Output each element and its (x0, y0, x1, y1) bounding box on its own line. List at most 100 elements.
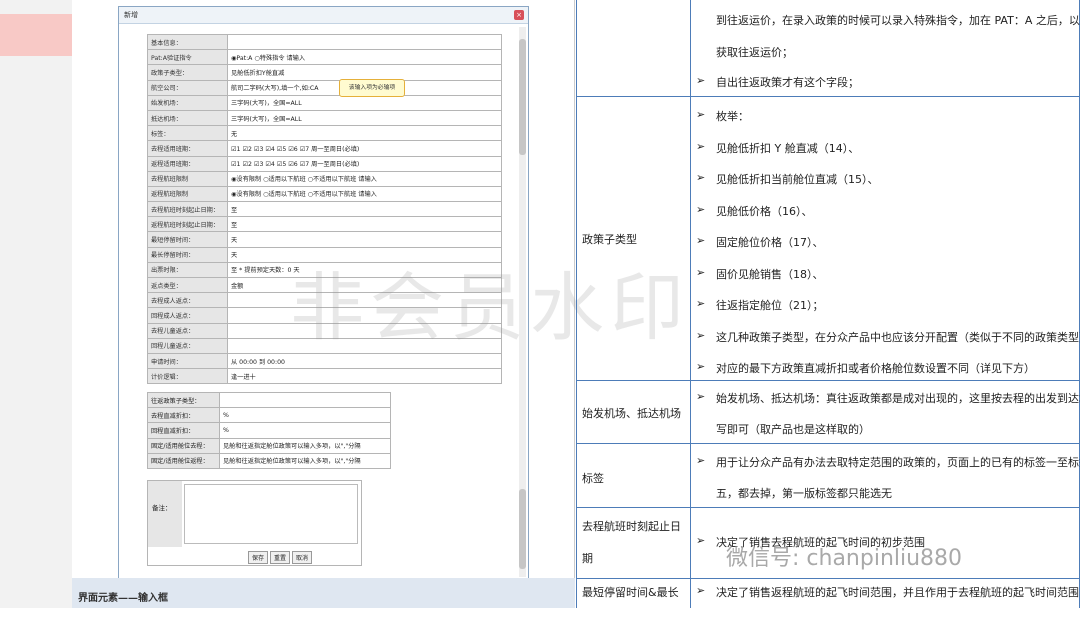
section-label-stay-time: 最短停留时间&最长 (582, 586, 679, 599)
form-row-label: 始发机场： (147, 94, 228, 111)
cancel-button[interactable]: 取消 (292, 551, 313, 564)
form-row-label: 去程适用班期： (147, 140, 228, 157)
bullet-icon: ➢ (696, 108, 706, 121)
form-row-value[interactable]: 见舱和往返指定舱位政策可以输入多项，以","分隔 (219, 437, 391, 454)
save-button[interactable]: 保存 (248, 551, 269, 564)
form-row-value[interactable]: 逢一进十 (227, 368, 502, 385)
bullet-icon: ➢ (696, 297, 706, 310)
form-row-value[interactable]: 从 00:00 到 00:00 (227, 352, 502, 370)
form-row-value[interactable]: % (219, 422, 391, 439)
form-row-label: 返程适用班期： (147, 155, 228, 172)
policy-subtype-item: 往返指定舱位（21）； (716, 299, 824, 312)
form-row-label: 去程儿童返点： (147, 322, 228, 339)
policy-subtype-item: 枚举： (716, 110, 749, 123)
form-row-value[interactable]: 天 (227, 231, 502, 248)
form-row: 申请时间：从 00:00 到 00:00 (147, 352, 502, 370)
form-row: 去程航班时刻起止日期：至 (147, 201, 502, 218)
close-icon[interactable]: × (514, 10, 524, 20)
scrollbar-thumb[interactable] (519, 39, 526, 155)
section-label-tags: 标签 (582, 472, 604, 485)
form-row-value[interactable] (219, 391, 391, 409)
form-row-label: 计价逻辑： (147, 368, 228, 385)
form-row: 去程适用班期： ☑1 ☑2 ☑3 ☑4 ☑5 ☑6 ☑7 周一至周日(必填) (147, 140, 502, 157)
bullet-icon: ➢ (696, 360, 706, 373)
form-row: 返程航班限制 ◉没有限制 ○适用以下航班 ○不适用以下航班 请输入 (147, 185, 502, 203)
wechat-watermark: 微信号: chanpinliu880 (726, 546, 963, 571)
airports-line-2: 写即可（取产品也是这样取的） (716, 423, 870, 436)
policy-subtype-item: 见舱低折扣当前舱位直减（15）、 (716, 173, 879, 186)
form-row-value[interactable]: 三字码(大写)，全国=ALL (227, 94, 502, 111)
bullet-icon: ➢ (696, 534, 706, 547)
reset-button[interactable]: 重置 (270, 551, 291, 564)
form-row: 始发机场： 三字码(大写)，全国=ALL (147, 94, 502, 111)
form-row: 抵达机场： 三字码(大写)，全国=ALL (147, 109, 502, 127)
form-row-label: 去程直减折扣： (147, 407, 220, 424)
notes-label: 备注： (148, 481, 182, 547)
left-margin-strip (0, 0, 72, 608)
form-row-label: 返点类型： (147, 276, 228, 294)
form-row: Pat:A验证指令 ◉Pat:A ○特殊指令 请输入 (147, 49, 502, 66)
policy-subtype-item: 固价见舱销售（18）、 (716, 267, 824, 281)
notes-box: 备注： 保存 重置 取消 (147, 480, 362, 566)
form-row-label: 回程成人返点： (147, 307, 228, 324)
airports-line-1: 始发机场、抵达机场：真往返政策都是成对出现的，这里按去程的出发到达填 (716, 392, 1080, 405)
form-row: 计价逻辑： 逢一进十 (147, 368, 502, 385)
cont-line-1: 到往返运价，在录入政策的时候可以录入特殊指令，加在 PAT：A 之后，以便 (716, 14, 1080, 27)
figure-caption: 界面元素——输入框 (72, 578, 575, 608)
section-label-airports: 始发机场、抵达机场 (582, 407, 681, 420)
scrollbar-thumb-lower[interactable] (519, 489, 526, 569)
form-row-label: 返程航班限制 (147, 185, 228, 203)
policy-subtype-item: 见舱低价格（16）、 (716, 204, 813, 218)
form-row-value[interactable]: ◉Pat:A ○特殊指令 请输入 (227, 49, 502, 66)
form-row: 去程直减折扣：% (147, 407, 391, 424)
cont-line-3: 自出往返政策才有这个字段； (716, 76, 859, 89)
form-row-value[interactable]: ☑1 ☑2 ☑3 ☑4 ☑5 ☑6 ☑7 周一至周日(必填) (227, 140, 502, 157)
form-row-value[interactable]: 见舱低折扣Y舱直减 (227, 64, 502, 81)
form-row-label: 抵达机场： (147, 109, 228, 127)
form-row-label: 返程航班时刻起止日期： (147, 216, 228, 233)
policy-subtype-item: 见舱低折扣 Y 舱直减（14）、 (716, 141, 860, 155)
form-row-value[interactable]: 至 (227, 216, 502, 233)
form-row-label: 回程儿童返点： (147, 337, 228, 354)
form-button-row: 保存 重置 取消 (248, 551, 314, 564)
form-row-label: 标签： (147, 125, 228, 142)
form-row-label: 政策子类型： (147, 64, 228, 81)
form-row-label: 去程航班时刻起止日期： (147, 201, 228, 218)
form-row: 去程航班限制 ◉没有限制 ○适用以下航班 ○不适用以下航班 请输入 (147, 170, 502, 187)
bullet-icon: ➢ (696, 328, 706, 342)
form-row-value[interactable]: 至 (227, 201, 502, 218)
dialog-title: 新增 (119, 7, 528, 24)
field-description-table: 到往返运价，在录入政策的时候可以录入特殊指令，加在 PAT：A 之后，以便 获取… (576, 0, 1080, 608)
form-row-label: Pat:A验证指令 (147, 49, 228, 66)
form-row-label: 去程航班限制 (147, 170, 228, 187)
form-row-value[interactable]: ☑1 ☑2 ☑3 ☑4 ☑5 ☑6 ☑7 周一至周日(必填) (227, 155, 502, 172)
form-row-value[interactable]: ◉没有限制 ○适用以下航班 ○不适用以下航班 请输入 (227, 170, 502, 187)
form-row-value[interactable]: ◉没有限制 ○适用以下航班 ○不适用以下航班 请输入 (227, 185, 502, 203)
form-row-value[interactable]: 三字码(大写)，全国=ALL (227, 109, 502, 127)
form-row-label: 固定/适用舱位去程： (147, 437, 220, 454)
bullet-icon: ➢ (696, 234, 706, 247)
form-row: 基本信息： (147, 33, 502, 51)
form-row-value[interactable]: 无 (227, 125, 502, 142)
notes-textarea[interactable] (184, 484, 358, 544)
form-row: 最短停留时间：天 (147, 231, 502, 248)
bullet-icon: ➢ (696, 139, 706, 153)
form-row-value[interactable] (227, 33, 502, 51)
form-row-value[interactable]: 见舱和往返指定舱位政策可以输入多项，以","分隔 (219, 452, 391, 469)
form-row: 往返政策子类型： (147, 391, 391, 409)
cont-line-2: 获取往返运价； (716, 46, 793, 59)
bullet-icon: ➢ (696, 584, 706, 597)
bullet-icon: ➢ (696, 390, 706, 403)
form-row: 政策子类型： 见舱低折扣Y舱直减 (147, 64, 502, 81)
form-row: 航空公司： 航司二字码(大写),填一个,如:CA (147, 79, 502, 96)
form-row: 标签：无 (147, 125, 502, 142)
slide-accent-bar (0, 14, 72, 56)
bullet-icon: ➢ (696, 171, 706, 184)
form-row-label: 航空公司： (147, 79, 228, 96)
form-row-value[interactable]: % (219, 407, 391, 424)
bullet-icon: ➢ (696, 265, 706, 279)
return-policy-form-table: 往返政策子类型： 去程直减折扣：% 回程直减折扣：% 固定/适用舱位去程： 见舱和往返指… (147, 391, 391, 469)
form-row-label: 去程成人返点： (147, 292, 228, 309)
section-label-policy-subtype: 政策子类型 (582, 233, 637, 246)
section-label-outbound-dates-2: 期 (582, 552, 593, 565)
